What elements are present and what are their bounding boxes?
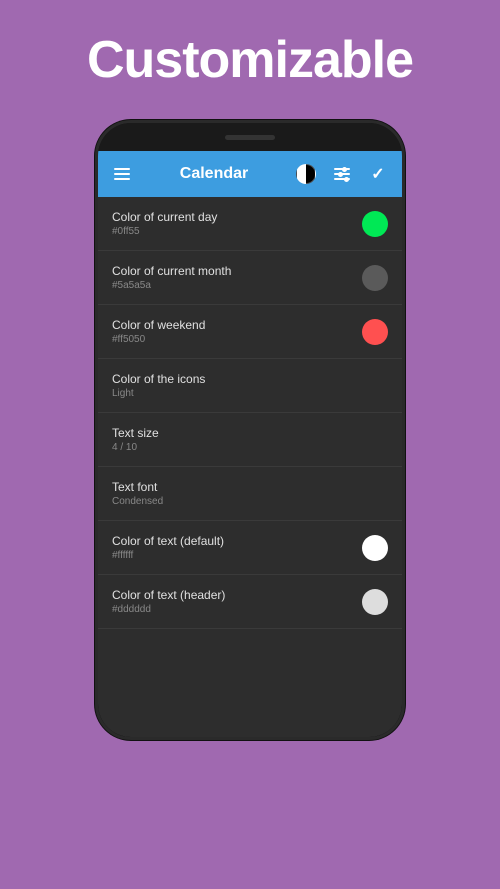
hamburger-menu-button[interactable] [108, 160, 136, 188]
confirm-button[interactable]: ✓ [364, 160, 392, 188]
setting-label-color-weekend: Color of weekend [112, 318, 205, 332]
contrast-icon [296, 164, 316, 184]
setting-item-color-current-month[interactable]: Color of current month #5a5a5a [98, 251, 402, 305]
setting-label-color-text-default: Color of text (default) [112, 534, 224, 548]
setting-text-color-text-header: Color of text (header) #dddddd [112, 588, 225, 615]
setting-label-color-text-header: Color of text (header) [112, 588, 225, 602]
color-dot-color-current-day [362, 211, 388, 237]
setting-value-color-current-day: #0ff55 [112, 226, 217, 237]
phone-speaker [225, 135, 275, 140]
setting-item-color-icons[interactable]: Color of the icons Light [98, 359, 402, 413]
setting-value-color-text-default: #ffffff [112, 550, 224, 561]
check-icon: ✓ [371, 164, 384, 184]
setting-label-color-current-month: Color of current month [112, 264, 231, 278]
hamburger-icon [114, 168, 130, 180]
setting-value-color-icons: Light [112, 388, 205, 399]
setting-text-color-text-default: Color of text (default) #ffffff [112, 534, 224, 561]
app-bar-title: Calendar [144, 165, 284, 183]
color-dot-color-weekend [362, 319, 388, 345]
setting-value-color-weekend: #ff5050 [112, 334, 205, 345]
color-dot-color-current-month [362, 265, 388, 291]
color-dot-color-text-header [362, 589, 388, 615]
setting-value-text-size: 4 / 10 [112, 442, 159, 453]
setting-value-color-text-header: #dddddd [112, 604, 225, 615]
setting-item-color-text-header[interactable]: Color of text (header) #dddddd [98, 575, 402, 629]
contrast-button[interactable] [292, 160, 320, 188]
phone-screen: Calendar ✓ Color of current day#0ff5 [98, 151, 402, 737]
setting-label-text-font: Text font [112, 480, 163, 494]
setting-text-color-icons: Color of the icons Light [112, 372, 205, 399]
sliders-icon [334, 168, 350, 180]
setting-item-text-size[interactable]: Text size 4 / 10 [98, 413, 402, 467]
setting-label-color-current-day: Color of current day [112, 210, 217, 224]
setting-item-color-current-day[interactable]: Color of current day #0ff55 [98, 197, 402, 251]
app-bar: Calendar ✓ [98, 151, 402, 197]
phone-top-bar [98, 123, 402, 151]
setting-item-text-font[interactable]: Text font Condensed [98, 467, 402, 521]
phone-mockup: Calendar ✓ Color of current day#0ff5 [95, 120, 405, 740]
setting-text-text-font: Text font Condensed [112, 480, 163, 507]
setting-label-color-icons: Color of the icons [112, 372, 205, 386]
phone-shell: Calendar ✓ Color of current day#0ff5 [95, 120, 405, 740]
title-area: Customizable [0, 0, 500, 120]
setting-text-color-current-day: Color of current day #0ff55 [112, 210, 217, 237]
setting-text-color-weekend: Color of weekend #ff5050 [112, 318, 205, 345]
setting-item-color-weekend[interactable]: Color of weekend #ff5050 [98, 305, 402, 359]
setting-text-text-size: Text size 4 / 10 [112, 426, 159, 453]
sliders-button[interactable] [328, 160, 356, 188]
setting-item-color-text-default[interactable]: Color of text (default) #ffffff [98, 521, 402, 575]
setting-label-text-size: Text size [112, 426, 159, 440]
page-title: Customizable [87, 30, 413, 90]
settings-list: Color of current day#0ff55Color of curre… [98, 197, 402, 737]
color-dot-color-text-default [362, 535, 388, 561]
setting-value-text-font: Condensed [112, 496, 163, 507]
setting-value-color-current-month: #5a5a5a [112, 280, 231, 291]
setting-text-color-current-month: Color of current month #5a5a5a [112, 264, 231, 291]
